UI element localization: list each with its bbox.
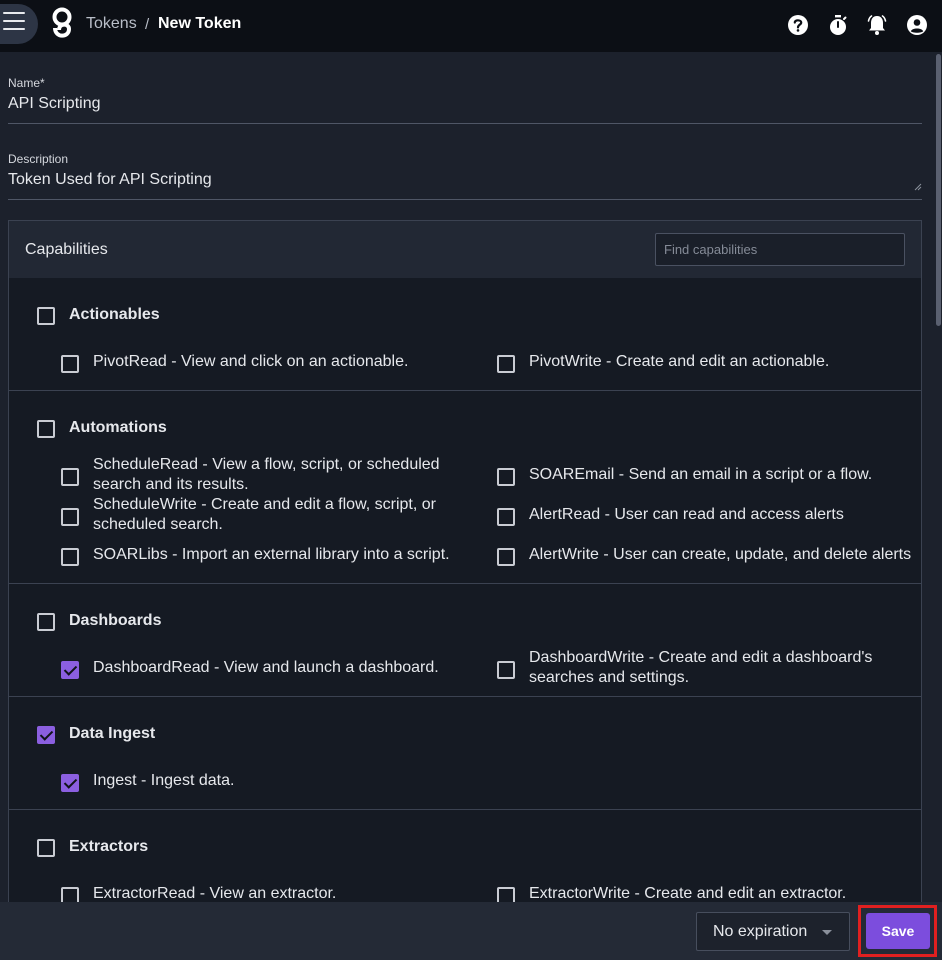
capability-checkbox-dashboardwrite[interactable] — [497, 661, 515, 679]
group-checkbox-actionables[interactable] — [37, 307, 55, 325]
capability-checkbox-alertread[interactable] — [497, 508, 515, 526]
save-button[interactable]: Save — [866, 913, 930, 949]
capability-checkbox-soarlibs[interactable] — [61, 548, 79, 566]
capability-label-schedulewrite: ScheduleWrite - Create and edit a flow, … — [93, 496, 436, 533]
description-label: Description — [8, 152, 69, 166]
expiration-select[interactable]: No expiration — [696, 912, 850, 951]
group-label-extractors: Extractors — [69, 838, 149, 855]
capability-checkbox-scheduleread[interactable] — [61, 468, 79, 486]
page-scrollbar[interactable] — [934, 52, 942, 902]
account-icon[interactable] — [906, 14, 928, 36]
group-checkbox-dashboards[interactable] — [37, 613, 55, 631]
footer-bar: No expiration Save — [0, 902, 942, 960]
capability-label-alertwrite: AlertWrite - User can create, update, an… — [529, 546, 912, 563]
breadcrumb-tokens-link[interactable]: Tokens — [86, 15, 137, 33]
description-field[interactable]: Token Used for API Scripting — [8, 171, 212, 189]
name-label: Name* — [8, 76, 45, 90]
group-checkbox-extractors[interactable] — [37, 839, 55, 857]
description-underline — [8, 199, 922, 200]
capabilities-panel: Capabilities Actionables PivotRead - Vie… — [8, 220, 922, 920]
capability-label-soaremail: SOAREmail - Send an email in a script or… — [529, 466, 873, 483]
capability-label-extractorread: ExtractorRead - View an extractor. — [93, 885, 337, 902]
chevron-down-icon — [822, 930, 832, 935]
capability-label-alertread: AlertRead - User can read and access ale… — [529, 506, 844, 523]
group-checkbox-data-ingest[interactable] — [37, 726, 55, 744]
capability-checkbox-alertwrite[interactable] — [497, 548, 515, 566]
logo[interactable] — [50, 6, 74, 42]
page-title: New Token — [158, 15, 242, 32]
breadcrumb-separator: / — [145, 16, 150, 33]
menu-icon[interactable] — [3, 12, 25, 30]
capability-checkbox-schedulewrite[interactable] — [61, 508, 79, 526]
capability-label-pivotwrite: PivotWrite - Create and edit an actionab… — [529, 353, 830, 370]
capability-label-ingest: Ingest - Ingest data. — [93, 772, 235, 789]
resize-handle-icon[interactable] — [912, 181, 922, 191]
help-icon[interactable] — [787, 14, 809, 36]
capability-checkbox-soaremail[interactable] — [497, 468, 515, 486]
capability-label-dashboardwrite: DashboardWrite - Create and edit a dashb… — [529, 649, 873, 686]
expiration-value: No expiration — [713, 923, 808, 940]
group-divider — [9, 696, 921, 697]
capability-label-soarlibs: SOARLibs - Import an external library in… — [93, 546, 450, 563]
capability-label-dashboardread: DashboardRead - View and launch a dashbo… — [93, 659, 439, 676]
capabilities-search-input[interactable] — [655, 233, 905, 266]
notifications-icon[interactable] — [866, 14, 888, 36]
group-label-automations: Automations — [69, 419, 167, 436]
capability-label-extractorwrite: ExtractorWrite - Create and edit an extr… — [529, 885, 847, 902]
group-label-actionables: Actionables — [69, 306, 160, 323]
timer-icon[interactable] — [827, 14, 849, 36]
capability-checkbox-ingest[interactable] — [61, 774, 79, 792]
capabilities-header: Capabilities — [9, 221, 921, 278]
capability-checkbox-dashboardread[interactable] — [61, 661, 79, 679]
name-field[interactable]: API Scripting — [8, 95, 100, 113]
top-bar: Tokens / New Token — [0, 0, 942, 52]
capability-label-scheduleread: ScheduleRead - View a flow, script, or s… — [93, 456, 440, 493]
group-divider — [9, 809, 921, 810]
name-underline — [8, 123, 922, 124]
capabilities-title: Capabilities — [25, 241, 108, 258]
group-checkbox-automations[interactable] — [37, 420, 55, 438]
group-divider — [9, 390, 921, 391]
group-label-dashboards: Dashboards — [69, 612, 162, 629]
group-label-data-ingest: Data Ingest — [69, 725, 156, 742]
capability-label-pivotread: PivotRead - View and click on an actiona… — [93, 353, 409, 370]
group-divider — [9, 583, 921, 584]
capability-checkbox-pivotwrite[interactable] — [497, 355, 515, 373]
capability-checkbox-pivotread[interactable] — [61, 355, 79, 373]
scrollbar-thumb[interactable] — [936, 54, 941, 326]
